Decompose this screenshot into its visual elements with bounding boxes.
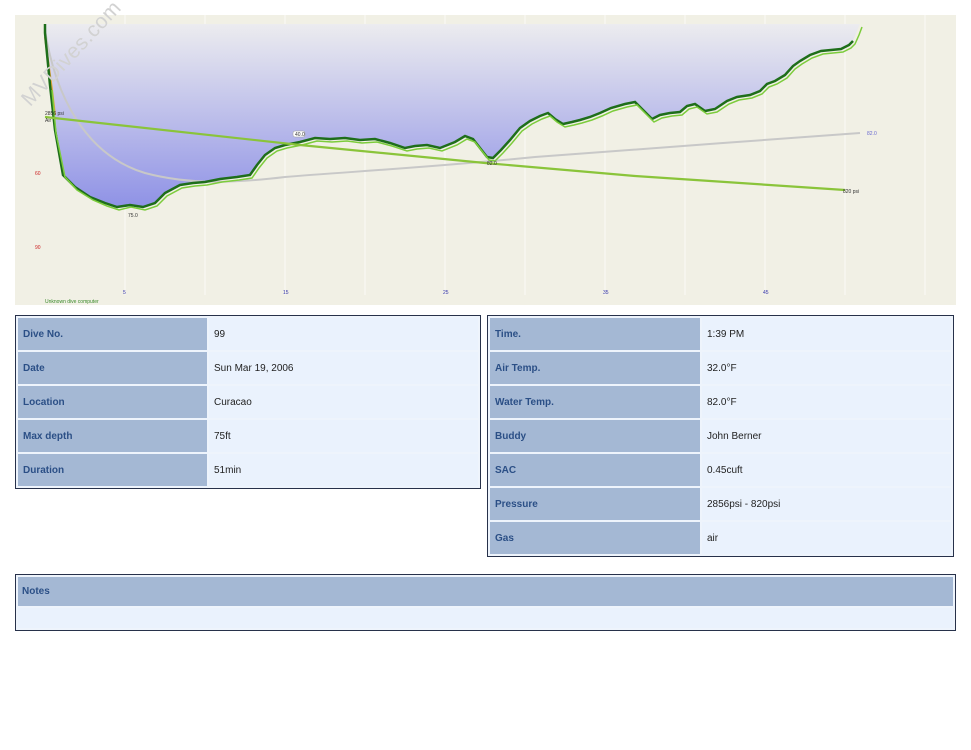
table-row: Location Curacao	[18, 386, 478, 418]
time-tick-35: 35	[603, 290, 609, 296]
gas-label: Air	[45, 118, 51, 124]
table-row: Water Temp. 82.0°F	[490, 386, 951, 418]
water-temp-label: Water Temp.	[490, 386, 700, 418]
time-tick-45: 45	[763, 290, 769, 296]
table-row: Air Temp. 32.0°F	[490, 352, 951, 384]
notes-title: Notes	[18, 577, 953, 606]
max-depth-marker: 75.0	[128, 213, 138, 219]
temp-end-label: 82.0	[867, 131, 877, 137]
sac-label: SAC	[490, 454, 700, 486]
dive-number-value: 99	[209, 318, 478, 350]
notes-section: Notes	[15, 574, 956, 631]
table-row: Dive No. 99	[18, 318, 478, 350]
air-temp-value: 32.0°F	[702, 352, 951, 384]
location-value: Curacao	[209, 386, 478, 418]
table-row: Time. 1:39 PM	[490, 318, 951, 350]
time-label: Time.	[490, 318, 700, 350]
table-row: Buddy John Berner	[490, 420, 951, 452]
pressure-label: Pressure	[490, 488, 700, 520]
dive-number-label: Dive No.	[18, 318, 207, 350]
depth-area	[45, 24, 860, 207]
table-row: Gas air	[490, 522, 951, 554]
depth-tick-60: 60	[35, 171, 41, 177]
time-value: 1:39 PM	[702, 318, 951, 350]
cylinder-label: 40.0	[295, 132, 305, 138]
buddy-label: Buddy	[490, 420, 700, 452]
duration-value: 51min	[209, 454, 478, 486]
date-value: Sun Mar 19, 2006	[209, 352, 478, 384]
table-row: Pressure 2856psi - 820psi	[490, 488, 951, 520]
notes-text	[18, 608, 953, 628]
conditions-table: Time. 1:39 PM Air Temp. 32.0°F Water Tem…	[487, 315, 954, 557]
time-tick-15: 15	[283, 290, 289, 296]
sac-value: 0.45cuft	[702, 454, 951, 486]
buddy-value: John Berner	[702, 420, 951, 452]
duration-label: Duration	[18, 454, 207, 486]
time-tick-5: 5	[123, 290, 126, 296]
table-row: Duration 51min	[18, 454, 478, 486]
time-tick-25: 25	[443, 290, 449, 296]
max-depth-value: 75ft	[209, 420, 478, 452]
start-pressure-label: 2856 psi	[45, 111, 64, 117]
temp-marker: 82.0	[487, 161, 497, 167]
gas-type-value: air	[702, 522, 951, 554]
table-row: Date Sun Mar 19, 2006	[18, 352, 478, 384]
end-pressure-label: 820 psi	[843, 189, 859, 195]
gas-type-label: Gas	[490, 522, 700, 554]
dive-info-table: Dive No. 99 Date Sun Mar 19, 2006 Locati…	[15, 315, 481, 489]
date-label: Date	[18, 352, 207, 384]
computer-label: Unknown dive computer	[45, 299, 99, 305]
dive-profile-chart: 2856 psi Air 820 psi 40.0 75.0 82.0 82.0…	[15, 0, 956, 305]
pressure-value: 2856psi - 820psi	[702, 488, 951, 520]
air-temp-label: Air Temp.	[490, 352, 700, 384]
table-row: Max depth 75ft	[18, 420, 478, 452]
water-temp-value: 82.0°F	[702, 386, 951, 418]
depth-tick-90: 90	[35, 245, 41, 251]
table-row: SAC 0.45cuft	[490, 454, 951, 486]
location-label: Location	[18, 386, 207, 418]
max-depth-label: Max depth	[18, 420, 207, 452]
profile-svg: 2856 psi Air 820 psi 40.0 75.0 82.0 82.0…	[35, 15, 926, 305]
